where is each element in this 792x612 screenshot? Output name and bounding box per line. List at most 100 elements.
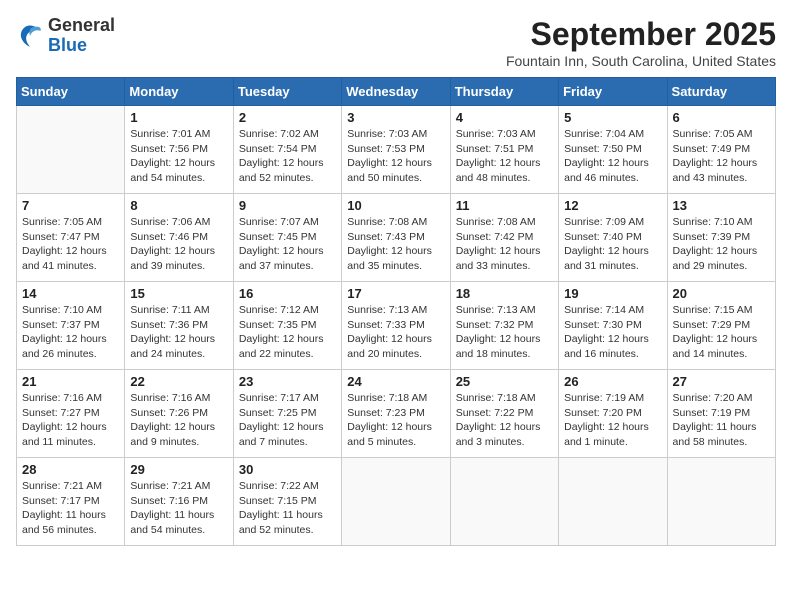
day-number: 14 <box>22 286 119 301</box>
calendar-day-cell: 20Sunrise: 7:15 AM Sunset: 7:29 PM Dayli… <box>667 282 775 370</box>
weekday-header-thursday: Thursday <box>450 78 558 106</box>
day-info: Sunrise: 7:19 AM Sunset: 7:20 PM Dayligh… <box>564 391 661 450</box>
calendar-day-cell: 5 Sunrise: 7:04 AM Sunset: 7:50 PM Daylig… <box>559 106 667 194</box>
calendar-day-cell <box>559 458 667 546</box>
day-info: Sunrise: 7:03 AM Sunset: 7:53 PM Dayligh… <box>347 127 444 186</box>
day-number: 25 <box>456 374 553 389</box>
day-number: 7 <box>22 198 119 213</box>
day-info: Sunrise: 7:11 AM Sunset: 7:36 PM Dayligh… <box>130 303 227 362</box>
calendar-day-cell: 15 Sunrise: 7:11 AM Sunset: 7:36 PM Dayli… <box>125 282 233 370</box>
day-info: Sunrise: 7:08 AM Sunset: 7:42 PM Dayligh… <box>456 215 553 274</box>
calendar-day-cell: 13Sunrise: 7:10 AM Sunset: 7:39 PM Dayli… <box>667 194 775 282</box>
day-info: Sunrise: 7:02 AM Sunset: 7:54 PM Dayligh… <box>239 127 336 186</box>
calendar-day-cell: 22Sunrise: 7:16 AM Sunset: 7:26 PM Dayli… <box>125 370 233 458</box>
calendar-day-cell: 14 Sunrise: 7:10 AM Sunset: 7:37 PM Dayli… <box>17 282 125 370</box>
day-info: Sunrise: 7:04 AM Sunset: 7:50 PM Dayligh… <box>564 127 661 186</box>
day-info: Sunrise: 7:05 AM Sunset: 7:47 PM Dayligh… <box>22 215 119 274</box>
day-number: 30 <box>239 462 336 477</box>
day-info: Sunrise: 7:18 AM Sunset: 7:23 PM Dayligh… <box>347 391 444 450</box>
calendar-day-cell: 11Sunrise: 7:08 AM Sunset: 7:42 PM Dayli… <box>450 194 558 282</box>
calendar-day-cell: 12Sunrise: 7:09 AM Sunset: 7:40 PM Dayli… <box>559 194 667 282</box>
day-info: Sunrise: 7:12 AM Sunset: 7:35 PM Dayligh… <box>239 303 336 362</box>
day-number: 24 <box>347 374 444 389</box>
day-number: 20 <box>673 286 770 301</box>
day-info: Sunrise: 7:08 AM Sunset: 7:43 PM Dayligh… <box>347 215 444 274</box>
calendar-day-cell: 26 Sunrise: 7:19 AM Sunset: 7:20 PM Dayli… <box>559 370 667 458</box>
weekday-header-tuesday: Tuesday <box>233 78 341 106</box>
day-info: Sunrise: 7:20 AM Sunset: 7:19 PM Dayligh… <box>673 391 770 450</box>
calendar-day-cell <box>17 106 125 194</box>
day-info: Sunrise: 7:21 AM Sunset: 7:17 PM Dayligh… <box>22 479 119 538</box>
weekday-header-sunday: Sunday <box>17 78 125 106</box>
calendar-week-row: 14 Sunrise: 7:10 AM Sunset: 7:37 PM Dayli… <box>17 282 776 370</box>
calendar-table: SundayMondayTuesdayWednesdayThursdayFrid… <box>16 77 776 546</box>
day-number: 27 <box>673 374 770 389</box>
day-number: 18 <box>456 286 553 301</box>
calendar-week-row: 1 Sunrise: 7:01 AM Sunset: 7:56 PM Daylig… <box>17 106 776 194</box>
month-year-title: September 2025 <box>506 16 776 53</box>
weekday-header-row: SundayMondayTuesdayWednesdayThursdayFrid… <box>17 78 776 106</box>
day-number: 26 <box>564 374 661 389</box>
day-number: 22 <box>130 374 227 389</box>
day-info: Sunrise: 7:16 AM Sunset: 7:27 PM Dayligh… <box>22 391 119 450</box>
calendar-day-cell: 9Sunrise: 7:07 AM Sunset: 7:45 PM Daylig… <box>233 194 341 282</box>
calendar-day-cell: 2 Sunrise: 7:02 AM Sunset: 7:54 PM Daylig… <box>233 106 341 194</box>
calendar-week-row: 7 Sunrise: 7:05 AM Sunset: 7:47 PM Daylig… <box>17 194 776 282</box>
calendar-day-cell: 3 Sunrise: 7:03 AM Sunset: 7:53 PM Daylig… <box>342 106 450 194</box>
logo-bird-icon <box>16 22 44 50</box>
calendar-day-cell <box>342 458 450 546</box>
day-info: Sunrise: 7:17 AM Sunset: 7:25 PM Dayligh… <box>239 391 336 450</box>
day-number: 2 <box>239 110 336 125</box>
calendar-day-cell: 16 Sunrise: 7:12 AM Sunset: 7:35 PM Dayli… <box>233 282 341 370</box>
day-info: Sunrise: 7:03 AM Sunset: 7:51 PM Dayligh… <box>456 127 553 186</box>
day-info: Sunrise: 7:05 AM Sunset: 7:49 PM Dayligh… <box>673 127 770 186</box>
day-number: 19 <box>564 286 661 301</box>
calendar-day-cell: 7 Sunrise: 7:05 AM Sunset: 7:47 PM Daylig… <box>17 194 125 282</box>
day-number: 23 <box>239 374 336 389</box>
calendar-day-cell: 1 Sunrise: 7:01 AM Sunset: 7:56 PM Daylig… <box>125 106 233 194</box>
day-number: 4 <box>456 110 553 125</box>
day-number: 1 <box>130 110 227 125</box>
day-number: 15 <box>130 286 227 301</box>
day-info: Sunrise: 7:01 AM Sunset: 7:56 PM Dayligh… <box>130 127 227 186</box>
day-number: 21 <box>22 374 119 389</box>
calendar-day-cell: 30 Sunrise: 7:22 AM Sunset: 7:15 PM Dayli… <box>233 458 341 546</box>
title-area: September 2025 Fountain Inn, South Carol… <box>506 16 776 69</box>
calendar-day-cell: 23 Sunrise: 7:17 AM Sunset: 7:25 PM Dayli… <box>233 370 341 458</box>
calendar-day-cell <box>667 458 775 546</box>
day-number: 29 <box>130 462 227 477</box>
weekday-header-saturday: Saturday <box>667 78 775 106</box>
weekday-header-monday: Monday <box>125 78 233 106</box>
day-number: 13 <box>673 198 770 213</box>
day-number: 16 <box>239 286 336 301</box>
calendar-day-cell: 19Sunrise: 7:14 AM Sunset: 7:30 PM Dayli… <box>559 282 667 370</box>
calendar-day-cell: 27 Sunrise: 7:20 AM Sunset: 7:19 PM Dayli… <box>667 370 775 458</box>
day-info: Sunrise: 7:06 AM Sunset: 7:46 PM Dayligh… <box>130 215 227 274</box>
logo-text: General Blue <box>48 16 115 56</box>
day-info: Sunrise: 7:10 AM Sunset: 7:37 PM Dayligh… <box>22 303 119 362</box>
day-info: Sunrise: 7:13 AM Sunset: 7:33 PM Dayligh… <box>347 303 444 362</box>
day-number: 8 <box>130 198 227 213</box>
day-number: 3 <box>347 110 444 125</box>
calendar-day-cell: 4 Sunrise: 7:03 AM Sunset: 7:51 PM Daylig… <box>450 106 558 194</box>
day-info: Sunrise: 7:13 AM Sunset: 7:32 PM Dayligh… <box>456 303 553 362</box>
day-number: 9 <box>239 198 336 213</box>
calendar-day-cell: 21 Sunrise: 7:16 AM Sunset: 7:27 PM Dayli… <box>17 370 125 458</box>
day-number: 6 <box>673 110 770 125</box>
day-info: Sunrise: 7:18 AM Sunset: 7:22 PM Dayligh… <box>456 391 553 450</box>
day-number: 5 <box>564 110 661 125</box>
day-number: 12 <box>564 198 661 213</box>
calendar-day-cell: 17 Sunrise: 7:13 AM Sunset: 7:33 PM Dayli… <box>342 282 450 370</box>
day-info: Sunrise: 7:21 AM Sunset: 7:16 PM Dayligh… <box>130 479 227 538</box>
day-number: 10 <box>347 198 444 213</box>
day-number: 28 <box>22 462 119 477</box>
calendar-week-row: 21 Sunrise: 7:16 AM Sunset: 7:27 PM Dayli… <box>17 370 776 458</box>
day-info: Sunrise: 7:22 AM Sunset: 7:15 PM Dayligh… <box>239 479 336 538</box>
calendar-day-cell <box>450 458 558 546</box>
calendar-day-cell: 28 Sunrise: 7:21 AM Sunset: 7:17 PM Dayli… <box>17 458 125 546</box>
calendar-day-cell: 25 Sunrise: 7:18 AM Sunset: 7:22 PM Dayli… <box>450 370 558 458</box>
day-number: 17 <box>347 286 444 301</box>
calendar-day-cell: 18 Sunrise: 7:13 AM Sunset: 7:32 PM Dayli… <box>450 282 558 370</box>
calendar-week-row: 28 Sunrise: 7:21 AM Sunset: 7:17 PM Dayli… <box>17 458 776 546</box>
page-header: General Blue September 2025 Fountain Inn… <box>16 16 776 69</box>
